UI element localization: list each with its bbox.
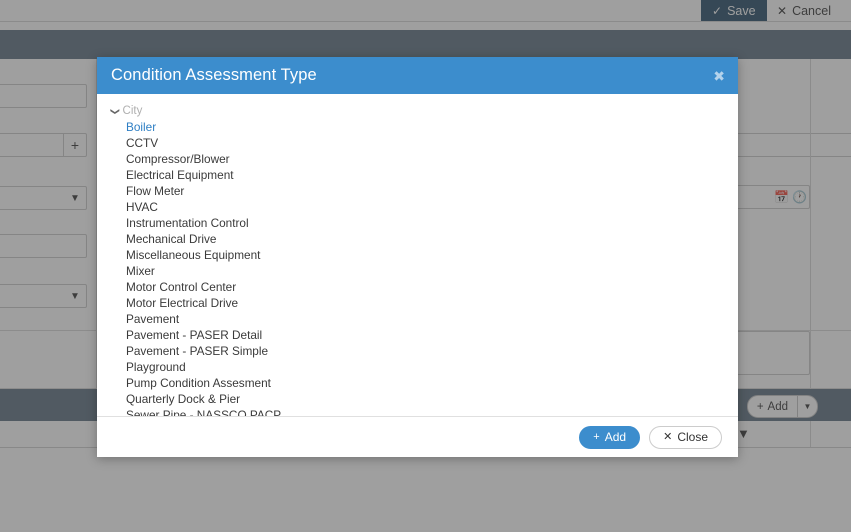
chevron-down-icon[interactable]: ❯ [110,107,120,115]
plus-icon: + [593,430,600,443]
list-item[interactable]: Miscellaneous Equipment [97,247,738,263]
dialog-add-label: Add [604,430,627,444]
application-window: ✓ Save ✕ Cancel + ▼ ▼ [0,0,851,532]
dialog-add-button[interactable]: + Add [579,425,641,449]
list-item[interactable]: Electrical Equipment [97,167,738,183]
list-item[interactable]: Pavement [97,311,738,327]
list-item[interactable]: CCTV [97,135,738,151]
dialog-footer: + Add ✕ Close [97,416,738,457]
assessment-type-list[interactable]: Boiler CCTV Compressor/Blower Electrical Eq… [97,119,738,416]
list-item[interactable]: Boiler [97,119,738,135]
list-item[interactable]: Instrumentation Control [97,215,738,231]
page-title: Condition Assessment Type [111,66,317,84]
list-item[interactable]: Compressor/Blower [97,151,738,167]
list-item[interactable]: Quarterly Dock & Pier [97,391,738,407]
close-icon: ✕ [663,430,673,443]
dialog-close-label: Close [677,430,708,444]
list-item[interactable]: Playground [97,359,738,375]
list-item[interactable]: Pavement - PASER Simple [97,343,738,359]
list-item[interactable]: Mechanical Drive [97,231,738,247]
tree-group-label: City [122,105,143,117]
list-item[interactable]: Pump Condition Assesment [97,375,738,391]
list-item[interactable]: Pavement - PASER Detail [97,327,738,343]
list-item[interactable]: HVAC [97,199,738,215]
list-item[interactable]: Flow Meter [97,183,738,199]
dialog-body[interactable]: ❯ City Boiler CCTV Compressor/Blower Electr… [97,94,738,416]
list-item[interactable]: Motor Electrical Drive [97,295,738,311]
close-icon[interactable]: ✖ [713,69,725,83]
dialog-header: Condition Assessment Type ✖ [97,57,738,94]
list-item[interactable]: Sewer Pipe - NASSCO PACP [97,407,738,416]
list-item[interactable]: Motor Control Center [97,279,738,295]
list-item[interactable]: Mixer [97,263,738,279]
dialog-close-button[interactable]: ✕ Close [649,425,722,449]
condition-assessment-type-dialog: Condition Assessment Type ✖ ❯ City Boile… [97,57,738,457]
tree-group-city[interactable]: ❯ City [97,103,738,119]
